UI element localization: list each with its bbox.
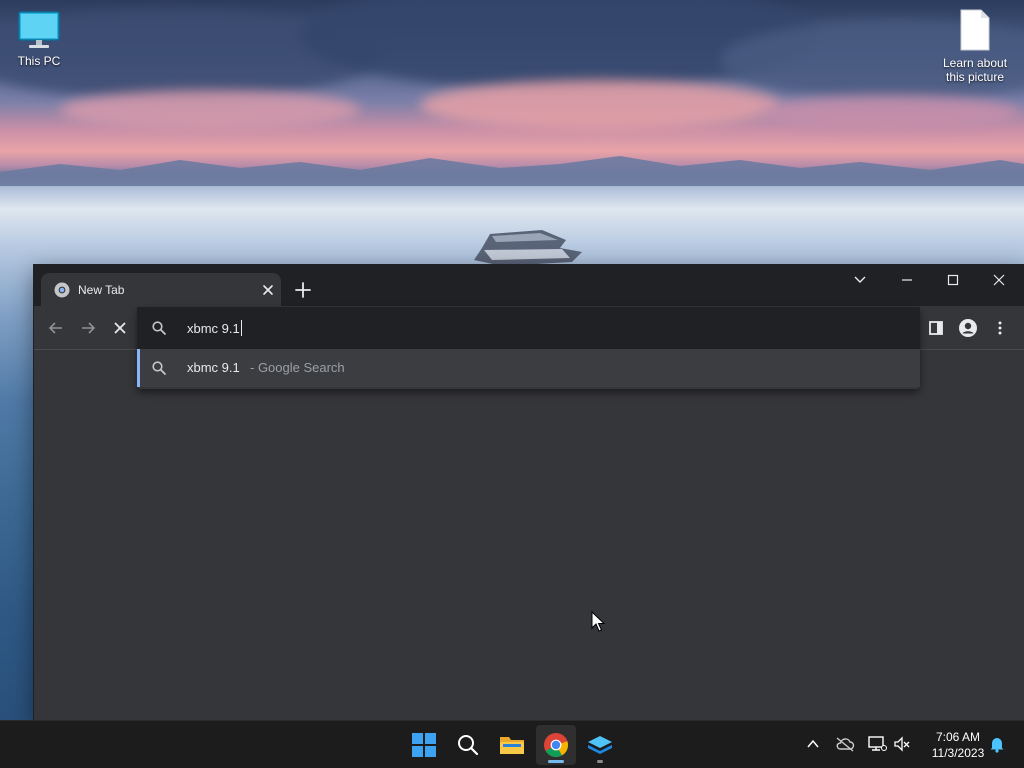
menu-button[interactable] [988,316,1012,340]
active-app-indicator [548,760,564,763]
side-panel-button[interactable] [924,316,948,340]
taskbar-chrome[interactable] [536,725,576,765]
search-icon [152,321,166,335]
minimize-icon [902,279,912,281]
taskbar-file-explorer[interactable] [492,725,532,765]
mouse-cursor-icon [591,611,605,632]
network-icon [868,736,887,751]
chrome-icon [544,733,568,758]
monitor-icon [18,11,60,48]
windows-logo-icon [412,733,436,757]
cloud-shape [760,95,1020,131]
volume-tray-button[interactable] [891,733,913,755]
document-icon [960,9,990,51]
bell-icon [990,738,1004,753]
cloud-shape [420,80,780,130]
close-icon [993,274,1005,286]
chevron-down-icon [854,276,866,283]
taskbar-search-button[interactable] [448,725,488,765]
clock-date: 11/3/2023 [931,746,985,760]
network-tray-button[interactable] [866,733,888,755]
folder-icon [500,737,524,754]
forward-button[interactable] [76,316,100,340]
taskbar: 7:06 AM 11/3/2023 [0,720,1024,768]
show-hidden-icons-button[interactable] [802,733,824,755]
close-window-button[interactable] [976,265,1022,295]
avatar-icon [959,319,977,337]
profile-button[interactable] [956,316,980,340]
more-vertical-icon [998,321,1002,335]
chevron-up-icon [807,739,819,748]
rocks-silhouette [474,230,582,266]
desktop-icon-this-pc[interactable]: This PC [1,10,77,68]
close-icon [114,322,126,334]
mountains-silhouette [0,156,1024,186]
new-tab-button[interactable] [292,279,314,301]
suggestion-query: xbmc 9.1 [187,360,240,375]
tab-search-button[interactable] [837,265,883,295]
tab-title: New Tab [78,283,125,297]
clock-time: 7:06 AM [935,730,981,744]
speaker-muted-icon [894,736,910,752]
cloud-offline-icon [836,737,855,752]
tab-new-tab[interactable]: New Tab [41,273,281,306]
desktop-icon-learn-about-picture[interactable]: Learn about this picture [937,8,1013,84]
address-bar[interactable]: xbmc 9.1 [137,307,920,349]
search-icon [458,735,479,756]
search-icon [152,361,166,375]
suggestion-description: - Google Search [250,360,345,375]
side-panel-icon [929,321,943,335]
cloud-shape [60,90,360,130]
maximize-icon [947,274,959,286]
desktop-icon-label: This PC [17,54,61,68]
running-app-indicator [597,760,603,763]
minimize-button[interactable] [884,265,930,295]
text-caret [240,320,242,336]
taskbar-app-layers[interactable] [580,725,620,765]
title-bar[interactable]: New Tab [34,265,1024,306]
close-icon[interactable] [259,281,277,299]
start-button[interactable] [404,725,444,765]
arrow-left-icon [48,322,62,334]
notifications-button[interactable] [986,733,1008,755]
onedrive-tray-button[interactable] [834,733,856,755]
browser-window: New Tab xbmc 9.1 xbmc 9.1 - Google Searc… [34,265,1024,720]
omnibox-suggestion[interactable]: xbmc 9.1 - Google Search [137,349,920,387]
omnibox-dropdown: xbmc 9.1 xbmc 9.1 - Google Search [137,307,920,389]
maximize-button[interactable] [930,265,976,295]
stop-loading-button[interactable] [108,316,132,340]
address-input-text[interactable]: xbmc 9.1 [187,320,242,337]
layers-app-icon [588,736,612,754]
arrow-right-icon [82,322,96,334]
taskbar-clock[interactable]: 7:06 AM 11/3/2023 [920,729,996,761]
desktop-icon-label: Learn about this picture [942,56,1008,84]
chrome-icon [54,282,70,298]
page-content [34,350,1024,720]
back-button[interactable] [44,316,68,340]
